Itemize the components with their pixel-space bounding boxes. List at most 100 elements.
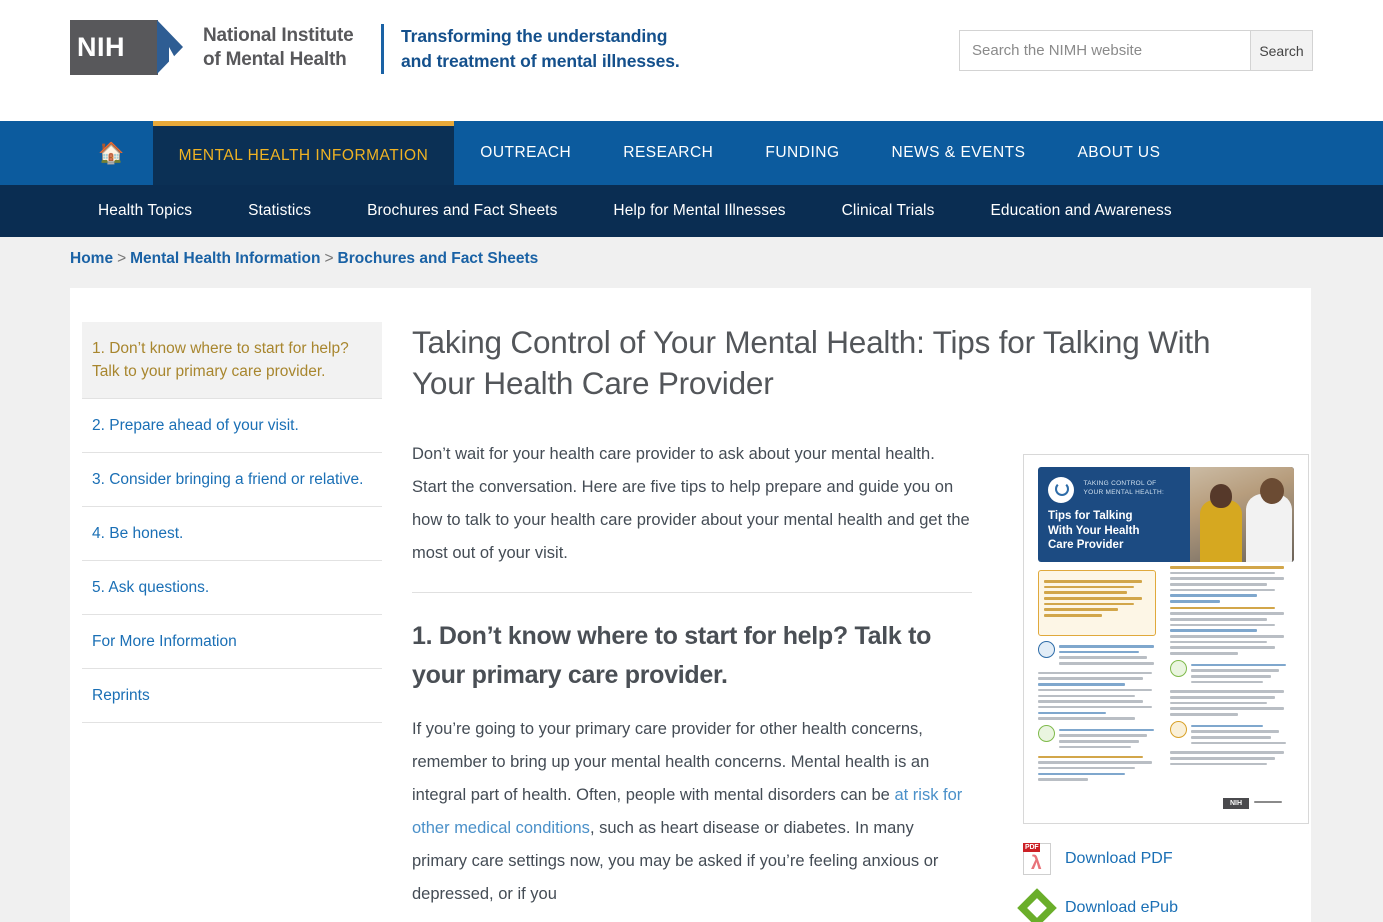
nav-label: ABOUT US [1077, 144, 1161, 161]
sidebar-item-tip-2[interactable]: 2. Prepare ahead of your visit. [82, 399, 382, 453]
section-heading-1: 1. Don’t know where to start for help? T… [412, 622, 932, 689]
breadcrumb-separator: > [324, 250, 334, 267]
download-pdf-link[interactable]: Download PDF [1065, 850, 1173, 868]
nav-item-mental-health-information[interactable]: MENTAL HEALTH INFORMATION [152, 121, 455, 185]
brochure-header-banner: TAKING CONTROL OF YOUR MENTAL HEALTH: Ti… [1038, 467, 1294, 562]
brochure-text-block [1170, 690, 1294, 716]
section-divider [412, 592, 972, 593]
brochure-cover: TAKING CONTROL OF YOUR MENTAL HEALTH: Ti… [1038, 467, 1294, 811]
brochure-footer-logos: NIH [1223, 798, 1290, 809]
brochure-kicker-line1: TAKING CONTROL OF [1083, 480, 1157, 487]
nih-footer-text [1254, 800, 1290, 807]
brochure-callout-box [1038, 570, 1156, 636]
sidebar-item-tip-5[interactable]: 5. Ask questions. [82, 561, 382, 615]
brochure-thumbnail[interactable]: TAKING CONTROL OF YOUR MENTAL HEALTH: Ti… [1023, 454, 1309, 824]
nav-left-spacer [0, 121, 70, 185]
brochure-text-block [1038, 671, 1162, 720]
nav-item-news-and-events[interactable]: NEWS & EVENTS [866, 121, 1052, 185]
nav-label: RESEARCH [623, 144, 714, 161]
download-pdf-row[interactable]: Download PDF [1023, 843, 1311, 875]
agency-name-line2: of Mental Health [203, 48, 347, 70]
download-epub-row[interactable]: Download ePub [1017, 888, 1311, 922]
right-rail: TAKING CONTROL OF YOUR MENTAL HEALTH: Ti… [1017, 454, 1311, 922]
sidebar-item-tip-3[interactable]: 3. Consider bringing a friend or relativ… [82, 453, 382, 507]
secondary-navigation: Health Topics Statistics Brochures and F… [0, 185, 1383, 237]
sidebar-item-tip-4[interactable]: 4. Be honest. [82, 507, 382, 561]
brochure-column-right [1170, 562, 1294, 784]
brochure-column-left [1038, 562, 1162, 784]
sidebar-item-for-more-information[interactable]: For More Information [82, 615, 382, 669]
breadcrumb-item-brochures-and-fact-sheets[interactable]: Brochures and Fact Sheets [338, 250, 539, 267]
sidebar-item-tip-1[interactable]: 1. Don’t know where to start for help? T… [82, 322, 382, 399]
brochure-text-block [1170, 751, 1294, 766]
tagline-line1: Transforming the understanding [401, 26, 668, 46]
brochure-text-block [1170, 566, 1294, 603]
brochure-body-columns [1038, 562, 1294, 784]
article: Taking Control of Your Mental Health: Ti… [382, 288, 1311, 922]
subnav-item-help-for-mental-illnesses[interactable]: Help for Mental Illnesses [585, 202, 813, 220]
brochure-header-text: TAKING CONTROL OF YOUR MENTAL HEALTH: Ti… [1038, 467, 1190, 562]
search-input[interactable] [960, 31, 1250, 70]
brochure-text-block [1170, 606, 1294, 655]
nav-item-funding[interactable]: FUNDING [739, 121, 865, 185]
agency-name: National Institute of Mental Health [203, 24, 354, 72]
brochure-title-line3: Care Provider [1048, 539, 1124, 551]
nav-label: OUTREACH [480, 144, 572, 161]
subnav-item-clinical-trials[interactable]: Clinical Trials [814, 202, 963, 220]
tip-icon [1038, 641, 1055, 658]
brochure-title-line2: With Your Health [1048, 524, 1140, 537]
sidebar-table-of-contents: 1. Don’t know where to start for help? T… [70, 288, 382, 922]
primary-navigation: 🏠 MENTAL HEALTH INFORMATION OUTREACH RES… [0, 121, 1383, 185]
breadcrumb: Home > Mental Health Information > Brochures… [70, 250, 538, 268]
nih-logo-text: NIH [77, 32, 125, 62]
nih-footer-mark: NIH [1223, 798, 1249, 809]
subnav-item-education-and-awareness[interactable]: Education and Awareness [962, 202, 1199, 220]
epub-icon [1017, 888, 1057, 922]
article-body: Don’t wait for your health care provider… [412, 438, 972, 911]
nav-label: NEWS & EVENTS [891, 144, 1026, 161]
brochure-title: Tips for Talking With Your Health Care P… [1048, 509, 1190, 553]
nimh-logo[interactable]: NIH National Institute of Mental Health [70, 20, 354, 101]
nih-logo-mark: NIH [70, 20, 184, 101]
brochure-tip-4 [1170, 720, 1294, 748]
brochure-kicker: TAKING CONTROL OF YOUR MENTAL HEALTH: [1083, 480, 1164, 497]
tip-icon [1170, 720, 1187, 738]
site-masthead: NIH National Institute of Mental Health … [0, 0, 1383, 121]
site-search: Search [959, 30, 1313, 71]
site-tagline: Transforming the understanding and treat… [381, 24, 680, 74]
nav-item-about-us[interactable]: ABOUT US [1051, 121, 1186, 185]
subnav-item-health-topics[interactable]: Health Topics [70, 202, 220, 220]
search-button[interactable]: Search [1250, 31, 1312, 70]
nav-label: FUNDING [765, 144, 840, 161]
nav-label: MENTAL HEALTH INFORMATION [178, 146, 429, 164]
nav-item-research[interactable]: RESEARCH [597, 121, 739, 185]
page-root: NIH National Institute of Mental Health … [0, 0, 1383, 922]
section-1-paragraph: If you’re going to your primary care pro… [412, 713, 972, 911]
agency-name-line1: National Institute [203, 24, 354, 46]
tip-icon [1170, 659, 1187, 677]
stethoscope-icon [1048, 477, 1074, 503]
brochure-cover-photo [1190, 467, 1294, 562]
tagline-line2: and treatment of mental illnesses. [401, 51, 680, 71]
tip-icon [1038, 724, 1055, 742]
paragraph-text-before-link: If you’re going to your primary care pro… [412, 720, 930, 804]
subnav-item-statistics[interactable]: Statistics [220, 202, 339, 220]
nav-item-home[interactable]: 🏠 [70, 121, 153, 185]
pdf-icon [1023, 843, 1051, 875]
subnav-item-brochures-and-fact-sheets[interactable]: Brochures and Fact Sheets [339, 202, 585, 220]
breadcrumb-item-home[interactable]: Home [70, 250, 113, 267]
home-icon: 🏠 [98, 141, 125, 165]
brochure-tip-1 [1038, 641, 1162, 668]
breadcrumb-separator: > [117, 250, 127, 267]
sidebar-item-reprints[interactable]: Reprints [82, 669, 382, 723]
brochure-tip-3 [1170, 659, 1294, 687]
content-panel: 1. Don’t know where to start for help? T… [70, 288, 1311, 922]
chevron-icon [157, 20, 184, 101]
nav-item-outreach[interactable]: OUTREACH [454, 121, 597, 185]
download-epub-link[interactable]: Download ePub [1065, 899, 1178, 917]
brochure-text-block [1038, 755, 1162, 781]
breadcrumb-item-mental-health-information[interactable]: Mental Health Information [130, 250, 320, 267]
brochure-kicker-line2: YOUR MENTAL HEALTH: [1083, 488, 1165, 496]
intro-paragraph: Don’t wait for your health care provider… [412, 445, 970, 562]
page-title: Taking Control of Your Mental Health: Ti… [412, 324, 1211, 401]
